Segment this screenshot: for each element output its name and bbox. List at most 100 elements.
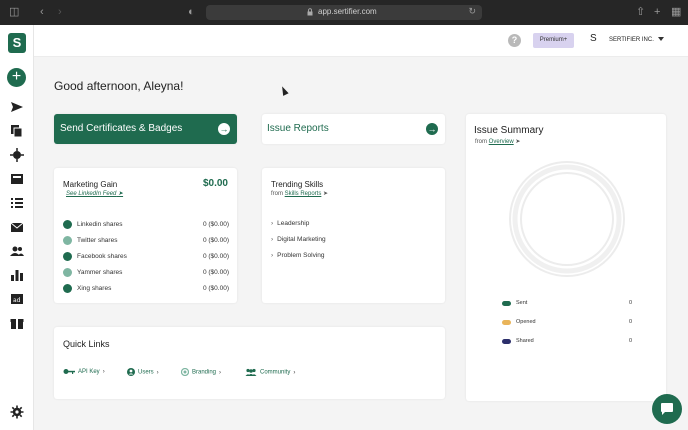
reload-icon[interactable]: ↻: [468, 6, 476, 17]
analytics-icon[interactable]: [10, 268, 24, 282]
tab-overview-icon[interactable]: ▦: [671, 6, 681, 18]
quick-links-title: Quick Links: [63, 339, 110, 349]
share-label: Yammer shares: [77, 269, 123, 276]
legend-label: Opened: [516, 319, 536, 325]
share-row-yammer: Yammer shares 0 ($0.00): [63, 267, 229, 279]
skills-reports-link-text: Skills Reports: [284, 191, 322, 197]
greeting-title: Good afternoon, Aleyna!: [54, 79, 184, 93]
skill-item[interactable]: › Problem Solving: [271, 252, 325, 259]
settings-gear-icon[interactable]: [10, 405, 24, 419]
trending-skills-card: Trending Skills from Skills Reports ➤ › L…: [262, 168, 445, 303]
legend-swatch: [502, 301, 511, 306]
account-dropdown-icon[interactable]: [658, 37, 664, 41]
quick-link-label: Community: [260, 369, 291, 376]
quick-link-api-key[interactable]: API Key ›: [63, 368, 105, 375]
quick-link-users[interactable]: Users ›: [127, 368, 159, 376]
company-name[interactable]: SERTIFIER INC.: [609, 37, 654, 43]
sidebar-toggle-icon[interactable]: ◫: [9, 6, 19, 18]
ad-icon[interactable]: ad: [10, 292, 24, 306]
quick-link-label: API Key: [78, 369, 100, 376]
quick-link-community[interactable]: Community ›: [245, 368, 295, 376]
copy-icon[interactable]: [10, 124, 24, 138]
share-value: 0 ($0.00): [202, 285, 229, 292]
legend-label: Sent: [516, 300, 528, 306]
send-certificates-button[interactable]: Send Certificates & Badges →: [54, 114, 237, 144]
community-icon: [245, 368, 257, 376]
share-label: Facebook shares: [77, 253, 127, 260]
facebook-icon: [63, 252, 72, 261]
list-icon[interactable]: [10, 196, 24, 210]
share-label: Xing shares: [77, 285, 112, 292]
create-button[interactable]: +: [7, 68, 26, 87]
users-icon[interactable]: [10, 244, 24, 258]
share-row-xing: Xing shares 0 ($0.00): [63, 283, 229, 295]
legend-label: Shared: [516, 338, 534, 344]
quick-link-label: Branding: [192, 369, 217, 376]
browser-toolbar: ◫ ‹ › ◐ app.sertifier.com ↻ ⇧ + ▦: [0, 0, 688, 25]
chat-icon: [661, 403, 673, 415]
key-icon: [63, 369, 75, 374]
issue-summary-title: Issue Summary: [474, 125, 544, 136]
skill-item[interactable]: › Digital Marketing: [271, 236, 326, 243]
arrow-right-icon: →: [218, 123, 230, 135]
share-label: Linkedin shares: [77, 221, 123, 228]
quick-link-branding[interactable]: Branding ›: [181, 368, 221, 376]
legend-value: 0: [628, 319, 632, 325]
quick-link-label: Users: [138, 369, 154, 376]
marketing-gain-card: Marketing Gain $0.00 See LinkedIn Feed ➤…: [54, 168, 237, 303]
chevron-right-icon: ›: [271, 252, 274, 259]
url-text: app.sertifier.com: [318, 7, 377, 16]
yammer-icon: [63, 268, 72, 277]
share-value: 0 ($0.00): [202, 253, 229, 260]
xing-icon: [63, 284, 72, 293]
marketing-gain-title: Marketing Gain: [63, 180, 118, 189]
issue-summary-card: Issue Summary from Overview ➤ Sent 0 Ope…: [466, 114, 666, 401]
issue-reports-button[interactable]: Issue Reports →: [262, 114, 445, 144]
skills-reports-link[interactable]: Skills Reports: [285, 191, 322, 197]
share-value: 0 ($0.00): [202, 221, 229, 228]
certificate-icon[interactable]: [10, 172, 24, 186]
share-row-facebook: Facebook shares 0 ($0.00): [63, 251, 229, 263]
app-logo[interactable]: S: [8, 33, 26, 53]
back-icon[interactable]: ‹: [40, 6, 44, 18]
skill-item[interactable]: › Leadership: [271, 220, 309, 227]
forward-icon[interactable]: ›: [58, 6, 62, 18]
legend-value: 0: [628, 300, 632, 306]
overview-link-text: Overview: [488, 139, 514, 145]
chat-support-button[interactable]: [652, 394, 682, 424]
issue-reports-label: Issue Reports: [267, 123, 329, 134]
share-value: 0 ($0.00): [202, 237, 229, 244]
legend-value: 0: [628, 338, 632, 344]
share-icon[interactable]: ⇧: [636, 6, 645, 18]
arrow-right-icon: →: [426, 123, 438, 135]
send-icon[interactable]: [10, 100, 24, 114]
user-avatar[interactable]: S: [590, 33, 597, 44]
address-bar[interactable]: app.sertifier.com ↻: [206, 5, 482, 20]
badge-icon[interactable]: [10, 148, 24, 162]
branding-icon: [181, 368, 189, 376]
mail-icon[interactable]: [10, 220, 24, 234]
privacy-shield-icon[interactable]: ◐: [188, 6, 195, 18]
svg-text:ad: ad: [13, 297, 21, 304]
linkedin-feed-link[interactable]: See LinkedIn Feed ➤: [66, 190, 123, 197]
skills-source: from Skills Reports ➤: [271, 191, 329, 197]
help-button[interactable]: ?: [508, 34, 521, 47]
user-icon: [127, 368, 135, 376]
premium-badge[interactable]: Premium+: [533, 33, 574, 48]
chevron-right-icon: ›: [271, 236, 274, 243]
legend-item-opened: Opened 0: [502, 318, 632, 328]
legend-item-sent: Sent 0: [502, 299, 632, 309]
summary-from-prefix: from: [475, 139, 487, 145]
linkedin-icon: [63, 220, 72, 229]
marketing-gain-amount: $0.00: [202, 178, 228, 189]
gift-icon[interactable]: [10, 316, 24, 330]
quick-links-card: Quick Links API Key › Users › Branding › Co…: [54, 327, 445, 399]
share-row-linkedin: Linkedin shares 0 ($0.00): [63, 219, 229, 231]
overview-link[interactable]: Overview: [489, 139, 514, 145]
twitter-icon: [63, 236, 72, 245]
new-tab-icon[interactable]: +: [654, 6, 660, 18]
skill-label: Digital Marketing: [277, 236, 326, 243]
chevron-right-icon: ›: [271, 220, 274, 227]
mouse-cursor: [279, 85, 289, 96]
trending-skills-title: Trending Skills: [271, 180, 324, 189]
